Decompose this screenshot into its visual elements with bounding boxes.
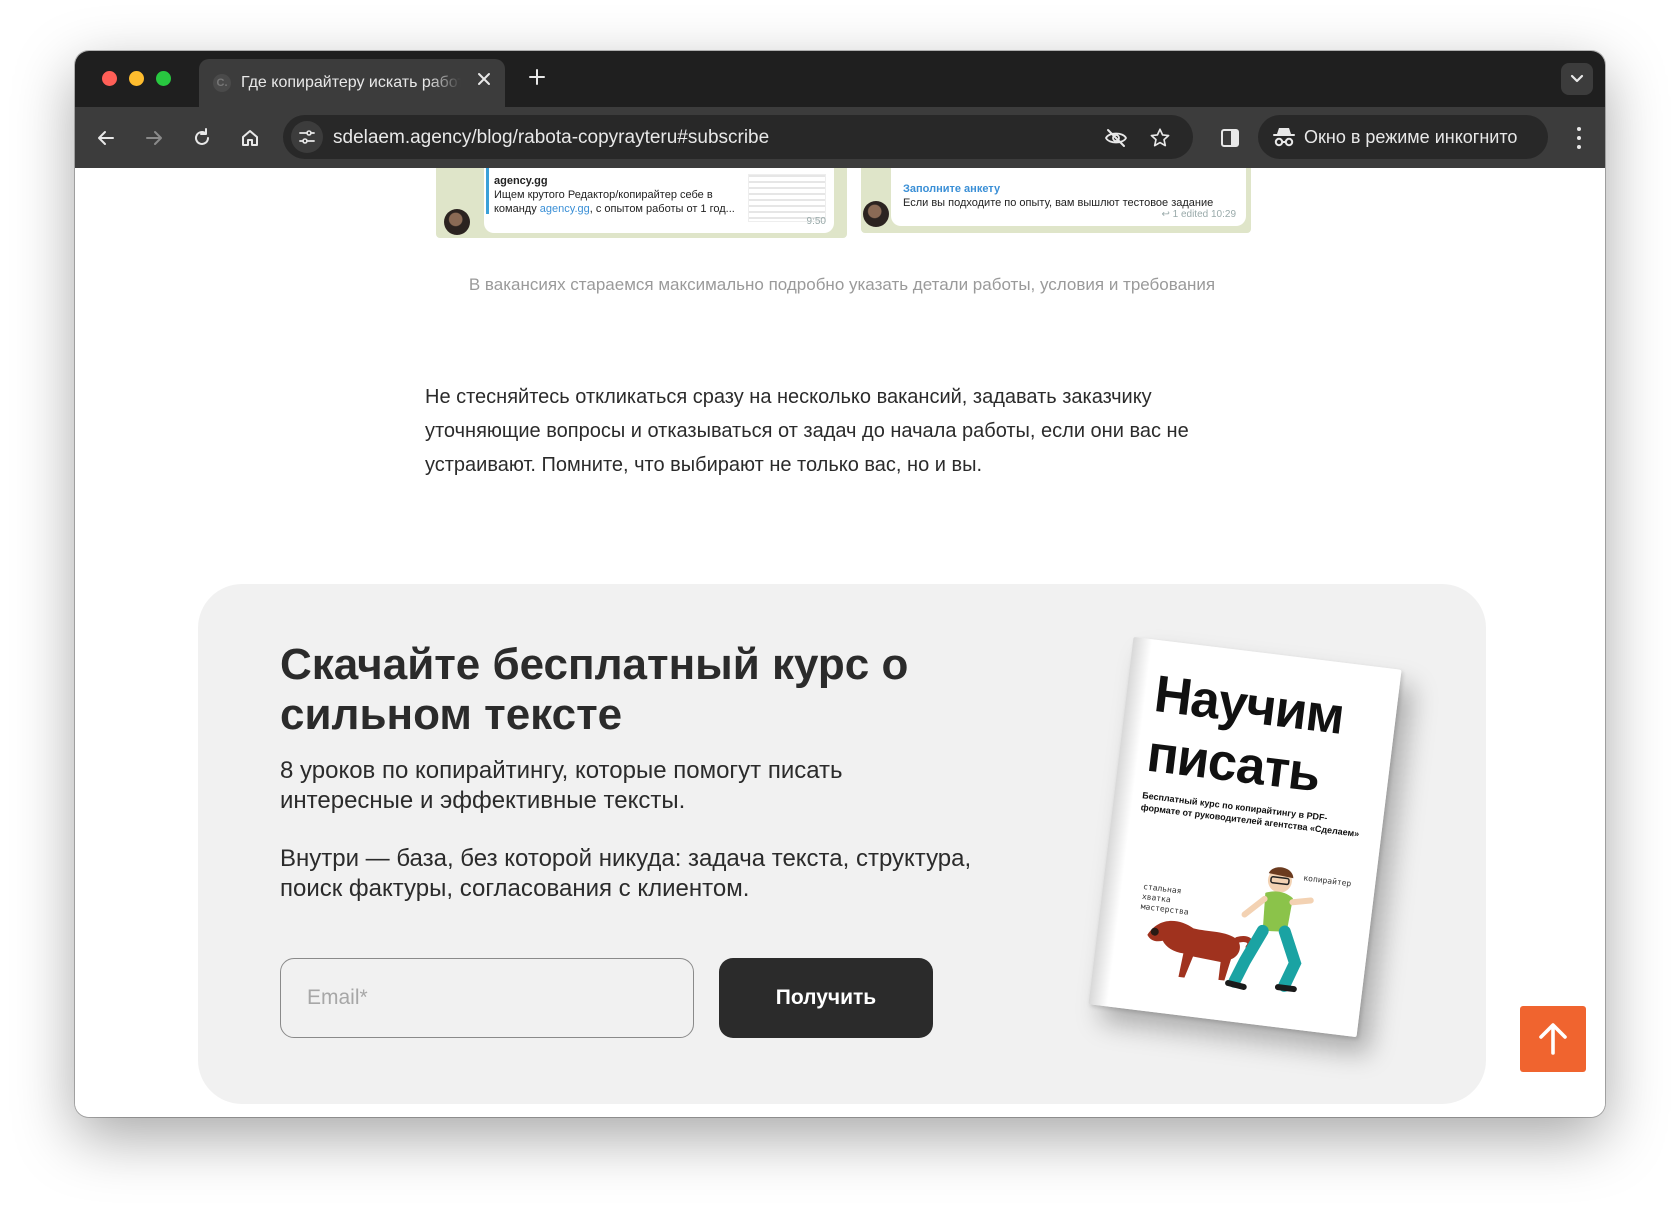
menu-icon[interactable] [1567,123,1591,153]
message-line-1-end: Редактор/копирайтер себе в [567,189,713,201]
message-link: agency.gg [539,203,590,215]
back-icon[interactable] [91,123,121,153]
message-line-1-start: Ищем крутого [494,189,565,201]
url-text: sdelaem.agency/blog/rabota-copyrayteru#s… [333,127,770,148]
toolbar: sdelaem.agency/blog/rabota-copyrayteru#s… [75,107,1605,168]
chat-message: agency.gg Ищем крутого Редактор/копирайт… [484,168,834,233]
email-field[interactable] [280,958,694,1038]
article-paragraph: Не стесняйтесь откликаться сразу на неск… [425,386,1189,476]
incognito-indicator[interactable]: Окно в режиме инкогнито [1258,115,1548,159]
message-link: Заполните анкету [903,183,1001,195]
minimize-window-button[interactable] [129,71,144,86]
message-line-2-rest: , с опытом работы от 1 год... [589,203,735,215]
book-illustration [1147,867,1314,993]
scroll-to-top-button[interactable] [1520,1006,1586,1072]
page-viewport: agency.gg Ищем крутого Редактор/копирайт… [75,168,1605,1117]
reload-icon[interactable] [187,123,217,153]
star-icon[interactable] [1147,125,1173,151]
incognito-label: Окно в режиме инкогнито [1304,127,1518,147]
close-icon[interactable] [473,71,495,93]
course-book-cover: Научим писать Бесплатный курс по копирай… [1088,636,1402,1038]
quote-bar [486,168,489,214]
avatar [444,209,470,235]
address-bar[interactable]: sdelaem.agency/blog/rabota-copyrayteru#s… [283,115,1193,159]
subscribe-title: Скачайте бесплатный курс о сильном текст… [280,640,909,739]
side-panel-icon[interactable] [1215,123,1245,153]
chevron-down-icon[interactable] [1561,63,1593,95]
site-info-icon[interactable] [291,121,323,153]
forward-icon[interactable] [139,123,169,153]
image-caption: В вакансиях стараемся максимально подроб… [468,275,1216,294]
close-window-button[interactable] [102,71,117,86]
vacancy-screenshot-left: agency.gg Ищем крутого Редактор/копирайт… [436,168,847,238]
tab-bar: C. Где копирайтеру искать работу [75,51,1605,107]
subscribe-block: Скачайте бесплатный курс о сильном текст… [198,584,1486,1104]
message-edited: ↩ 1 edited 10:29 [1161,209,1236,220]
chat-message: Заполните анкету Если вы подходите по оп… [891,168,1246,226]
favicon-icon: C. [213,74,231,92]
tab-title: Где копирайтеру искать работу [241,74,461,91]
browser-window: C. Где копирайтеру искать работу sdelaem… [75,51,1605,1117]
tab-active[interactable]: C. Где копирайтеру искать работу [199,59,505,107]
arrow-up-icon [1539,1023,1567,1055]
plus-icon[interactable] [523,65,551,93]
message-line-2-prefix: команду [494,203,537,215]
subscribe-description-extra: Внутри — база, без которой никуда: задач… [280,845,972,902]
eye-off-icon[interactable] [1103,125,1129,151]
maximize-window-button[interactable] [156,71,171,86]
avatar [863,201,889,227]
vacancy-screenshot-right: Заполните анкету Если вы подходите по оп… [861,168,1251,233]
message-time: 9:50 [806,216,826,227]
get-course-button[interactable]: Получить [719,958,933,1038]
home-icon[interactable] [235,123,265,153]
subscribe-description: 8 уроков по копирайтингу, которые помогу… [280,757,843,814]
book-title: Научим писать [1143,665,1347,804]
incognito-icon [1272,126,1296,148]
